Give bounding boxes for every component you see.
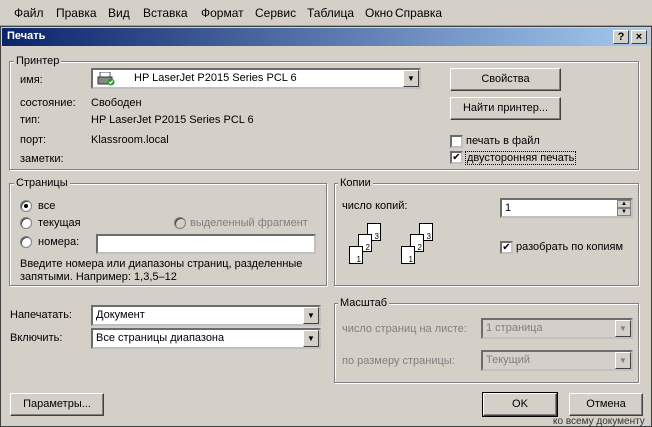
menu-format[interactable]: Формат — [201, 6, 244, 20]
options-button[interactable]: Параметры... — [10, 393, 104, 416]
properties-button[interactable]: Свойства — [450, 68, 561, 91]
port-value: Klassroom.local — [91, 134, 169, 146]
collate-page-1a: 1 — [349, 246, 363, 264]
include-value: Все страницы диапазона — [96, 332, 225, 344]
pages-numbers-radio[interactable] — [20, 236, 32, 248]
collate-checkbox[interactable]: ✔ — [500, 241, 513, 254]
checkmark-icon: ✔ — [452, 152, 461, 163]
dropdown-arrow-icon[interactable]: ▼ — [615, 352, 631, 369]
scale-select[interactable]: Текущий ▼ — [481, 350, 633, 371]
collate-label[interactable]: разобрать по копиям — [516, 241, 623, 253]
spin-down-icon[interactable]: ▼ — [617, 208, 631, 216]
copies-legend: Копии — [338, 177, 373, 189]
printer-name-value: HP LaserJet P2015 Series PCL 6 — [134, 72, 297, 84]
print-what-select[interactable]: Документ ▼ — [91, 305, 321, 326]
dropdown-arrow-icon[interactable]: ▼ — [303, 330, 319, 347]
cancel-button[interactable]: Отмена — [569, 393, 643, 416]
zoom-group — [334, 303, 639, 383]
include-label: Включить: — [10, 332, 63, 344]
port-label: порт: — [20, 134, 47, 146]
dropdown-arrow-icon[interactable]: ▼ — [403, 70, 419, 87]
status-label: состояние: — [20, 97, 76, 109]
pages-all-radio[interactable] — [20, 200, 32, 212]
scale-label: по размеру страницы: — [342, 355, 455, 367]
copies-count-value: 1 — [505, 202, 512, 214]
pages-legend: Страницы — [14, 177, 70, 189]
print-what-label: Напечатать: — [10, 309, 72, 321]
pages-per-sheet-value: 1 страница — [486, 322, 543, 334]
print-to-file-checkbox[interactable] — [450, 135, 463, 148]
print-dialog: Печать ? × Принтер имя: HP LaserJet P201… — [0, 26, 652, 427]
print-what-value: Документ — [96, 309, 145, 321]
page-numbers-input[interactable] — [96, 234, 316, 254]
dialog-title: Печать — [7, 30, 46, 42]
include-select[interactable]: Все страницы диапазона ▼ — [91, 328, 321, 349]
menu-window[interactable]: Окно — [365, 6, 393, 20]
pages-numbers-label[interactable]: номера: — [38, 236, 79, 248]
background-document-text: ко всему документу — [553, 416, 645, 427]
menu-edit[interactable]: Правка — [56, 6, 97, 20]
menu-insert[interactable]: Вставка — [143, 6, 188, 20]
collate-page-1b: 1 — [401, 246, 415, 264]
print-to-file-label[interactable]: печать в файл — [466, 135, 540, 147]
pages-all-label[interactable]: все — [38, 200, 55, 212]
find-printer-button[interactable]: Найти принтер... — [450, 97, 561, 120]
pages-current-radio[interactable] — [20, 217, 32, 229]
notes-label: заметки: — [20, 153, 64, 165]
dropdown-arrow-icon[interactable]: ▼ — [303, 307, 319, 324]
dropdown-arrow-icon[interactable]: ▼ — [615, 320, 631, 337]
pages-per-sheet-label: число страниц на листе: — [342, 323, 467, 335]
close-button[interactable]: × — [631, 30, 647, 44]
status-value: Свободен — [91, 97, 142, 109]
menu-table[interactable]: Таблица — [307, 6, 354, 20]
copies-count-input[interactable]: 1 ▲ ▼ — [500, 198, 633, 218]
pages-selection-label[interactable]: выделенный фрагмент — [190, 217, 308, 229]
printer-legend: Принтер — [14, 55, 62, 67]
pages-hint: Введите номера или диапазоны страниц, ра… — [20, 258, 303, 283]
printer-name-label: имя: — [20, 74, 43, 86]
pages-per-sheet-select[interactable]: 1 страница ▼ — [481, 318, 633, 339]
copies-count-label: число копий: — [342, 200, 408, 212]
pages-current-label[interactable]: текущая — [38, 217, 81, 229]
type-value: HP LaserJet P2015 Series PCL 6 — [91, 114, 254, 126]
help-button[interactable]: ? — [613, 30, 629, 44]
spin-up-icon[interactable]: ▲ — [617, 200, 631, 208]
duplex-label[interactable]: двусторонняя печать — [465, 151, 577, 165]
menu-tools[interactable]: Сервис — [255, 6, 296, 20]
printer-icon — [97, 71, 115, 86]
printer-name-select[interactable]: HP LaserJet P2015 Series PCL 6 ▼ — [91, 68, 421, 89]
title-bar[interactable]: Печать ? × — [2, 28, 650, 46]
menubar: Файл Правка Вид Вставка Формат Сервис Та… — [0, 0, 652, 26]
menu-help[interactable]: Справка — [395, 6, 442, 20]
menu-view[interactable]: Вид — [108, 6, 130, 20]
zoom-legend: Масштаб — [338, 297, 390, 309]
menu-file[interactable]: Файл — [14, 6, 44, 20]
scale-value: Текущий — [486, 354, 530, 366]
pages-selection-radio[interactable] — [174, 217, 186, 229]
checkmark-icon: ✔ — [502, 242, 511, 253]
type-label: тип: — [20, 114, 41, 126]
ok-button[interactable]: OK — [482, 392, 558, 417]
duplex-checkbox[interactable]: ✔ — [450, 151, 463, 164]
